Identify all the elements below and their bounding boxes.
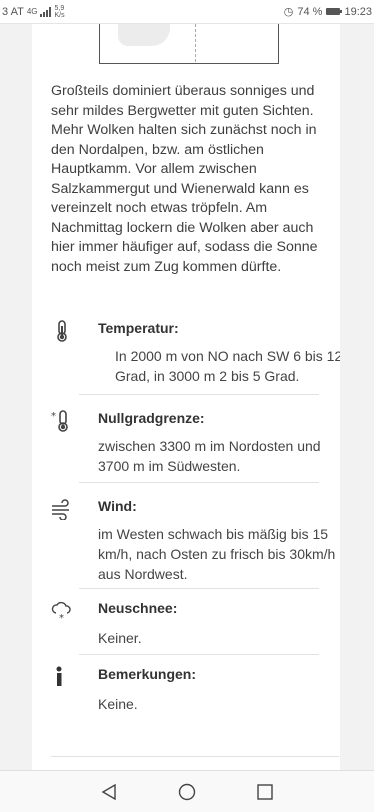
map-divider: [195, 24, 196, 62]
section-text: Keine.: [98, 696, 138, 712]
back-button[interactable]: [96, 779, 122, 805]
section-text: In 2000 m von NO nach SW 6 bis 12 Grad, …: [115, 348, 340, 384]
divider: [79, 482, 319, 483]
section-title: Temperatur:: [98, 320, 179, 336]
region-map[interactable]: [99, 24, 279, 64]
home-circle-icon: [178, 783, 196, 800]
carrier-label: 3 AT: [2, 5, 24, 18]
divider: [79, 654, 319, 655]
svg-text:*: *: [59, 613, 64, 622]
snow-cloud-icon: *: [51, 601, 71, 622]
forecast-description: Großteils dominiert überaus sonniges und…: [51, 83, 318, 275]
signal-icon: [40, 6, 52, 17]
divider: [79, 588, 319, 589]
section-title: Nullgradgrenze:: [98, 410, 205, 426]
wind-icon: [52, 499, 69, 520]
svg-text:*: *: [51, 411, 56, 422]
divider: [51, 756, 339, 757]
home-button[interactable]: [174, 779, 200, 805]
section-title: Wind:: [98, 498, 137, 514]
section-title: Bemerkungen:: [98, 666, 197, 682]
thermometer-icon: [57, 320, 67, 342]
freezing-level-icon: *: [51, 410, 68, 432]
divider: [79, 394, 319, 395]
speed-value: 5,9: [54, 4, 65, 12]
section-title: Neuschnee:: [98, 600, 178, 616]
network-type: 4G: [26, 6, 38, 16]
speed-unit: K/s: [54, 11, 65, 19]
recents-button[interactable]: [252, 779, 278, 805]
battery-icon: [326, 8, 343, 15]
navigation-bar: [0, 770, 374, 812]
battery-percent: 74 %: [297, 5, 323, 18]
section-text: Keiner.: [98, 630, 142, 646]
section-text: zwischen 3300 m im Nordosten und 3700 m …: [98, 438, 321, 474]
forecast-card: Großteils dominiert überaus sonniges und…: [32, 24, 340, 770]
map-region-shape: [118, 24, 170, 46]
status-bar: 3 AT 4G 5,9 K/s ◷ 74 % 19:23: [0, 0, 374, 24]
alarm-icon: ◷: [283, 6, 294, 18]
section-text: im Westen schwach bis mäßig bis 15 km/h,…: [98, 526, 336, 582]
recents-square-icon: [257, 783, 273, 800]
clock: 19:23: [344, 5, 372, 18]
back-triangle-icon: [101, 783, 116, 800]
info-icon: [56, 666, 62, 686]
